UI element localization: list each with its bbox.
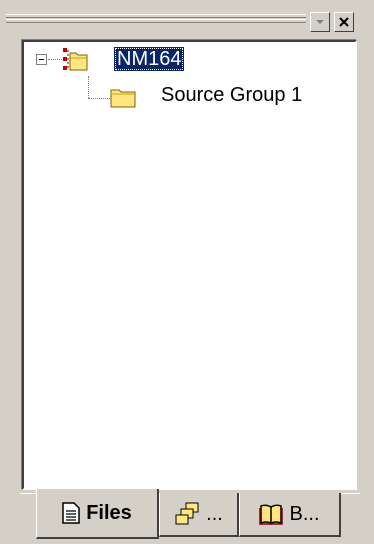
- regs-icon: [175, 502, 199, 525]
- project-folder-icon: [63, 48, 88, 71]
- tree-line: [88, 76, 89, 98]
- tab-label: ...: [206, 502, 223, 525]
- close-icon: [339, 17, 349, 27]
- folder-icon: [110, 89, 136, 108]
- tab-regs[interactable]: ...: [159, 493, 239, 537]
- files-icon: [62, 502, 80, 524]
- tab-files[interactable]: Files: [36, 489, 159, 539]
- window-gripper[interactable]: [6, 14, 306, 26]
- project-node-label[interactable]: NM164: [114, 47, 185, 71]
- tab-strip: Files ... B...: [0, 489, 374, 544]
- chevron-down-icon: [316, 20, 324, 24]
- dropdown-button[interactable]: [310, 12, 330, 32]
- project-tree[interactable]: NM164 Source Group 1: [22, 40, 357, 490]
- tree-line: [48, 59, 62, 60]
- tab-label: Files: [86, 501, 132, 524]
- books-icon: [259, 504, 284, 525]
- project-window: NM164 Source Group 1 Files ... B...: [0, 0, 374, 544]
- tree-line: [88, 98, 110, 99]
- close-button[interactable]: [334, 12, 354, 32]
- tab-label: B...: [289, 502, 320, 525]
- source-group-node-label[interactable]: Source Group 1: [159, 83, 304, 107]
- tab-books[interactable]: B...: [239, 493, 341, 537]
- collapse-toggle[interactable]: [36, 54, 47, 65]
